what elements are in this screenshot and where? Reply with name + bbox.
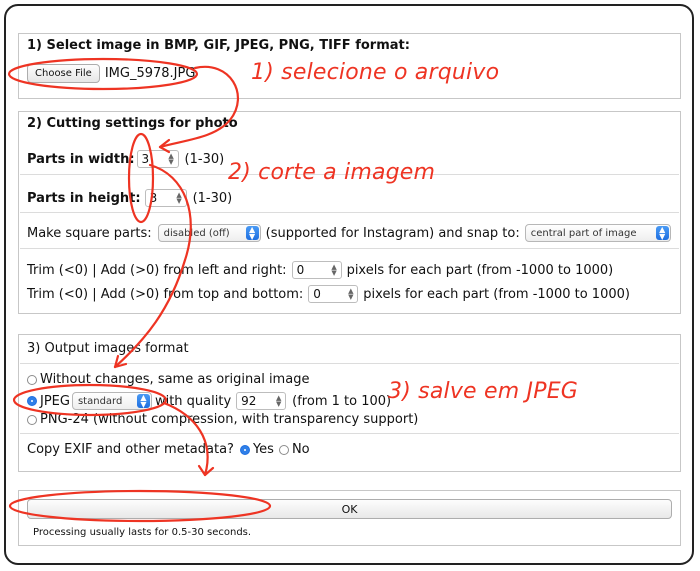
- jpeg-mode-select[interactable]: standard ▲ ▼: [71, 392, 152, 410]
- trim-tb-value: 0: [313, 287, 321, 301]
- section-output-format: 3) Output images format Without changes,…: [18, 334, 681, 472]
- trim-lr-value: 0: [296, 263, 305, 277]
- stepper-arrows-icon[interactable]: ▲ ▼: [347, 288, 354, 301]
- parts-height-input[interactable]: 3 ▲ ▼: [144, 189, 187, 207]
- trim-tb-suffix: pixels for each part (from -1000 to 1000…: [363, 286, 630, 302]
- radio-png[interactable]: [27, 414, 37, 425]
- file-name: IMG_5978.JPG: [104, 66, 196, 81]
- snap-value: central part of image: [530, 227, 637, 239]
- processing-note: Processing usually lasts for 0.5-30 seco…: [33, 527, 252, 538]
- choose-file-button[interactable]: Choose File: [27, 64, 100, 83]
- stepper-arrows-icon[interactable]: ▲ ▼: [168, 153, 175, 166]
- stepper-arrows-icon[interactable]: ▲ ▼: [176, 192, 183, 205]
- quality-value: 92: [241, 394, 257, 408]
- parts-width-range: (1-30): [184, 151, 225, 167]
- snap-select[interactable]: central part of image ▲ ▼: [524, 224, 671, 242]
- square-parts-value: disabled (off): [163, 227, 230, 239]
- opt-original-label: Without changes, same as original image: [40, 372, 310, 387]
- trim-tb-input[interactable]: 0 ▲ ▼: [308, 285, 359, 303]
- chevron-updown-icon[interactable]: ▲ ▼: [136, 394, 150, 409]
- parts-width-label: Parts in width:: [27, 151, 135, 167]
- quality-label: with quality: [154, 393, 232, 409]
- divider: [20, 363, 679, 364]
- radio-original[interactable]: [27, 374, 37, 385]
- trim-tb-label: Trim (<0) | Add (>0) from top and bottom…: [27, 286, 304, 302]
- quality-range: (from 1 to 100): [292, 393, 392, 409]
- quality-input[interactable]: 92 ▲ ▼: [236, 392, 287, 410]
- trim-lr-suffix: pixels for each part (from -1000 to 1000…: [346, 262, 614, 278]
- stepper-arrows-icon[interactable]: ▲ ▼: [331, 264, 338, 277]
- ok-button[interactable]: OK: [27, 499, 672, 519]
- square-note: (supported for Instagram) and snap to:: [265, 225, 520, 241]
- annotation-step3: 3) salve em JPEG: [388, 379, 579, 404]
- divider: [20, 212, 679, 213]
- square-parts-label: Make square parts:: [27, 225, 152, 241]
- parts-height-range: (1-30): [192, 190, 233, 206]
- exif-yes-label: Yes: [252, 442, 274, 457]
- divider: [20, 433, 679, 434]
- trim-lr-input[interactable]: 0 ▲ ▼: [291, 261, 342, 279]
- exif-no-label: No: [291, 442, 310, 457]
- section-1-title: 1) Select image in BMP, GIF, JPEG, PNG, …: [27, 38, 410, 53]
- parts-width-input[interactable]: 3 ▲ ▼: [136, 150, 179, 168]
- exif-label: Copy EXIF and other metadata?: [27, 442, 234, 457]
- parts-width-value: 3: [141, 152, 150, 166]
- opt-png-label: PNG-24 (without compression, with transp…: [40, 412, 419, 427]
- radio-exif-yes[interactable]: [239, 444, 250, 455]
- square-parts-select[interactable]: disabled (off) ▲ ▼: [157, 224, 261, 242]
- section-3-title: 3) Output images format: [27, 341, 189, 356]
- chevron-updown-icon[interactable]: ▲ ▼: [245, 226, 259, 241]
- section-2-title: 2) Cutting settings for photo: [27, 116, 238, 131]
- annotation-step1: 1) selecione o arquivo: [251, 60, 500, 85]
- jpeg-mode-value: standard: [77, 395, 123, 407]
- section-cutting-settings: 2) Cutting settings for photo Parts in w…: [18, 111, 681, 314]
- parts-height-label: Parts in height:: [27, 190, 141, 206]
- opt-jpeg-label: JPEG: [40, 393, 70, 409]
- annotation-step2: 2) corte a imagem: [228, 160, 436, 185]
- stepper-arrows-icon[interactable]: ▲ ▼: [275, 395, 282, 408]
- radio-exif-no[interactable]: [278, 444, 289, 455]
- chevron-updown-icon[interactable]: ▲ ▼: [655, 226, 669, 241]
- section-submit: OK Processing usually lasts for 0.5-30 s…: [18, 490, 681, 546]
- radio-jpeg[interactable]: [27, 396, 37, 406]
- parts-height-value: 3: [149, 191, 158, 205]
- trim-lr-label: Trim (<0) | Add (>0) from left and right…: [27, 262, 287, 278]
- divider: [20, 248, 679, 249]
